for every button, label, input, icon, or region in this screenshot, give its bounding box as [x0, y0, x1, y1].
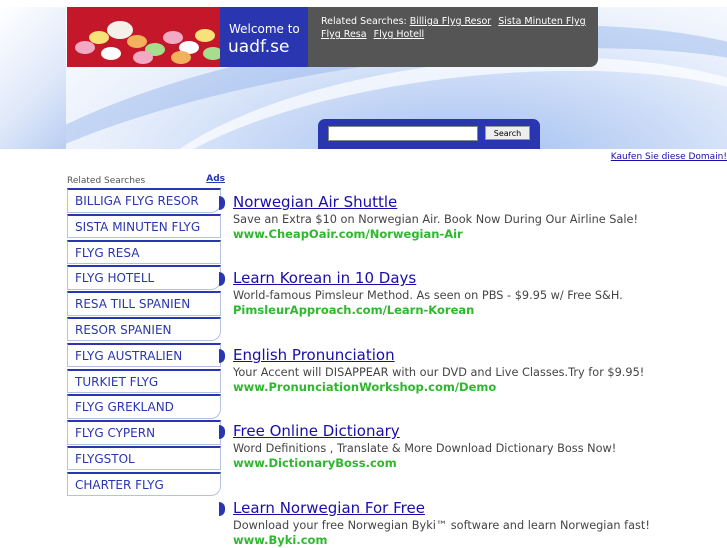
ad-bullet-icon	[219, 272, 225, 286]
ad-url-link[interactable]: www.Byki.com	[233, 533, 723, 548]
sidebar-item[interactable]: BILLIGA FLYG RESOR	[67, 188, 221, 213]
search-button[interactable]: Search	[485, 126, 530, 140]
ad-bullet-icon	[219, 425, 225, 439]
ads-link[interactable]: Ads	[206, 174, 225, 184]
sidebar-item[interactable]: SISTA MINUTEN FLYG	[67, 213, 221, 239]
related-link[interactable]: Flyg Resa	[321, 29, 367, 40]
sidebar-item[interactable]: CHARTER FLYG	[67, 471, 221, 497]
ad-description: Save an Extra $10 on Norwegian Air. Book…	[233, 213, 639, 226]
ad-description: Download your free Norwegian Byki™ softw…	[233, 519, 650, 532]
ad-description: World-famous Pimsleur Method. As seen on…	[233, 289, 623, 302]
sidebar-item[interactable]: TURKIET FLYG	[67, 368, 221, 394]
related-label: Related Searches:	[321, 16, 407, 27]
sidebar-item[interactable]: RESOR SPANIEN	[67, 316, 221, 342]
ad-description: Your Accent will DISAPPEAR with our DVD …	[233, 366, 645, 379]
buy-domain-link[interactable]: Kaufen Sie diese Domain!	[611, 152, 727, 162]
sidebar-heading-text: Related Searches	[67, 176, 146, 186]
welcome-box: Welcome to uadf.se	[220, 7, 308, 67]
sidebar-item[interactable]: FLYG GREKLAND	[67, 394, 221, 419]
sidebar-heading: Related Searches Ads	[67, 174, 225, 186]
ad-description: Word Definitions , Translate & More Down…	[233, 442, 617, 455]
ad-bullet-icon	[219, 349, 225, 363]
ad-url-link[interactable]: www.DictionaryBoss.com	[233, 456, 723, 471]
ad-url-link[interactable]: www.CheapOair.com/Norwegian-Air	[233, 227, 723, 242]
ad-bullet-icon	[219, 196, 225, 210]
candy-hearts-image	[67, 7, 220, 67]
related-link[interactable]: Billiga Flyg Resor	[410, 16, 491, 27]
ad-title-link[interactable]: English Pronunciation	[233, 346, 723, 364]
banner-left-fade	[0, 7, 66, 149]
ad-title-link[interactable]: Free Online Dictionary	[233, 422, 723, 440]
ad-block: Norwegian Air Shuttle Save an Extra $10 …	[233, 193, 723, 242]
ad-url-link[interactable]: PimsleurApproach.com/Learn-Korean	[233, 303, 723, 318]
ad-url-link[interactable]: www.PronunciationWorkshop.com/Demo	[233, 380, 723, 395]
ad-block: Free Online Dictionary Word Definitions …	[233, 422, 723, 471]
sidebar-item[interactable]: FLYG HOTELL	[67, 265, 221, 290]
sidebar-item[interactable]: FLYG AUSTRALIEN	[67, 342, 221, 368]
ad-title-link[interactable]: Norwegian Air Shuttle	[233, 193, 723, 211]
welcome-text: Welcome to	[229, 22, 300, 36]
search-panel: Search	[318, 119, 540, 149]
sidebar-item[interactable]: FLYG RESA	[67, 239, 221, 265]
ad-title-link[interactable]: Learn Korean in 10 Days	[233, 269, 723, 287]
sidebar-item[interactable]: FLYGSTOL	[67, 445, 221, 471]
ad-title-link[interactable]: Learn Norwegian For Free	[233, 499, 723, 517]
sidebar-item[interactable]: FLYG CYPERN	[67, 420, 221, 445]
search-input[interactable]	[328, 126, 478, 141]
ad-block: English Pronunciation Your Accent will D…	[233, 346, 723, 395]
top-related-searches: Related Searches: Billiga Flyg Resor Sis…	[308, 7, 598, 67]
site-name: uadf.se	[228, 37, 290, 57]
ad-block: Learn Norwegian For Free Download your f…	[233, 499, 723, 548]
sidebar-list: BILLIGA FLYG RESOR SISTA MINUTEN FLYG FL…	[67, 188, 221, 498]
related-link[interactable]: Sista Minuten Flyg	[498, 16, 585, 27]
ad-bullet-icon	[219, 502, 225, 516]
ad-block: Learn Korean in 10 Days World-famous Pim…	[233, 269, 723, 318]
sidebar-item[interactable]: RESA TILL SPANIEN	[67, 291, 221, 316]
related-link[interactable]: Flyg Hotell	[374, 29, 425, 40]
